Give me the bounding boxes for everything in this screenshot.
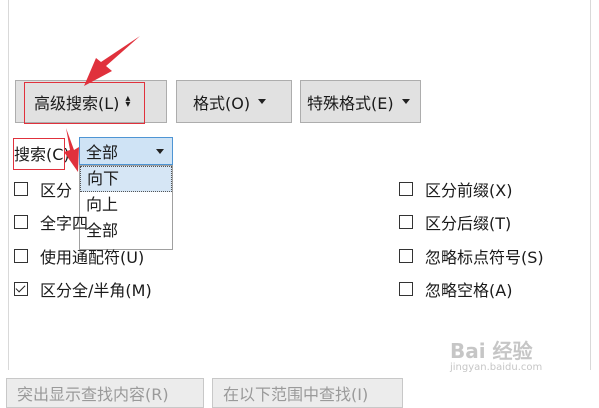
- highlight-found-button[interactable]: 突出显示查找内容(R): [6, 378, 204, 408]
- watermark-text: Bai 经验: [450, 339, 533, 363]
- panel-left-border: [8, 0, 9, 370]
- highlight-found-label: 突出显示查找内容(R): [17, 385, 169, 404]
- prefix-option[interactable]: 区分前缀(X): [399, 177, 512, 201]
- format-label: 格式(O): [193, 93, 251, 113]
- suffix-option[interactable]: 区分后缀(T): [399, 210, 511, 234]
- whole-word-label: 全字四: [40, 214, 89, 233]
- search-direction-dropdown: 向下 向上 全部: [79, 165, 173, 250]
- ignore-space-label: 忽略空格(A): [425, 281, 513, 300]
- annotation-arrow-1: [84, 36, 140, 86]
- match-case-option[interactable]: 区分: [14, 177, 72, 201]
- checkbox[interactable]: [399, 282, 413, 296]
- search-direction-select[interactable]: 全部: [79, 137, 173, 165]
- option-down[interactable]: 向下: [80, 166, 172, 192]
- wildcards-label: 使用通配符(U): [40, 248, 145, 267]
- panel-right-border: [590, 0, 591, 370]
- format-button[interactable]: 格式(O): [176, 80, 292, 123]
- option-up[interactable]: 向上: [80, 192, 172, 218]
- baidu-watermark: Bai 经验 jingyan.baidu.com: [450, 335, 542, 373]
- checkbox[interactable]: [14, 182, 28, 196]
- suffix-label: 区分后缀(T): [425, 214, 512, 233]
- whole-word-option[interactable]: 全字四: [14, 210, 88, 234]
- chevron-down-icon: [156, 149, 164, 154]
- width-label: 区分全/半角(M): [40, 281, 152, 300]
- search-direction-value: 全部: [86, 143, 119, 162]
- checkbox-checked[interactable]: [14, 282, 28, 296]
- special-format-button[interactable]: 特殊格式(E): [300, 80, 421, 123]
- watermark-sub: jingyan.baidu.com: [450, 362, 543, 373]
- find-in-range-label: 在以下范围中查找(I): [223, 385, 369, 404]
- find-in-range-button[interactable]: 在以下范围中查找(I): [212, 378, 403, 408]
- ignore-punctuation-option[interactable]: 忽略标点符号(S): [399, 244, 544, 268]
- ignore-punctuation-label: 忽略标点符号(S): [425, 248, 544, 267]
- width-option[interactable]: 区分全/半角(M): [14, 277, 152, 301]
- checkbox[interactable]: [399, 249, 413, 263]
- option-all[interactable]: 全部: [80, 218, 172, 244]
- match-case-label: 区分: [40, 181, 73, 200]
- checkbox[interactable]: [14, 249, 28, 263]
- annotation-box-search: [13, 138, 65, 170]
- prefix-label: 区分前缀(X): [425, 181, 513, 200]
- annotation-box-advanced: [24, 82, 145, 124]
- wildcards-option[interactable]: 使用通配符(U): [14, 244, 144, 268]
- ignore-space-option[interactable]: 忽略空格(A): [399, 277, 512, 301]
- special-format-label: 特殊格式(E): [307, 93, 394, 113]
- checkbox[interactable]: [14, 215, 28, 229]
- checkbox[interactable]: [399, 182, 413, 196]
- chevron-down-icon: [258, 99, 267, 104]
- chevron-down-icon: [401, 99, 410, 104]
- checkbox[interactable]: [399, 215, 413, 229]
